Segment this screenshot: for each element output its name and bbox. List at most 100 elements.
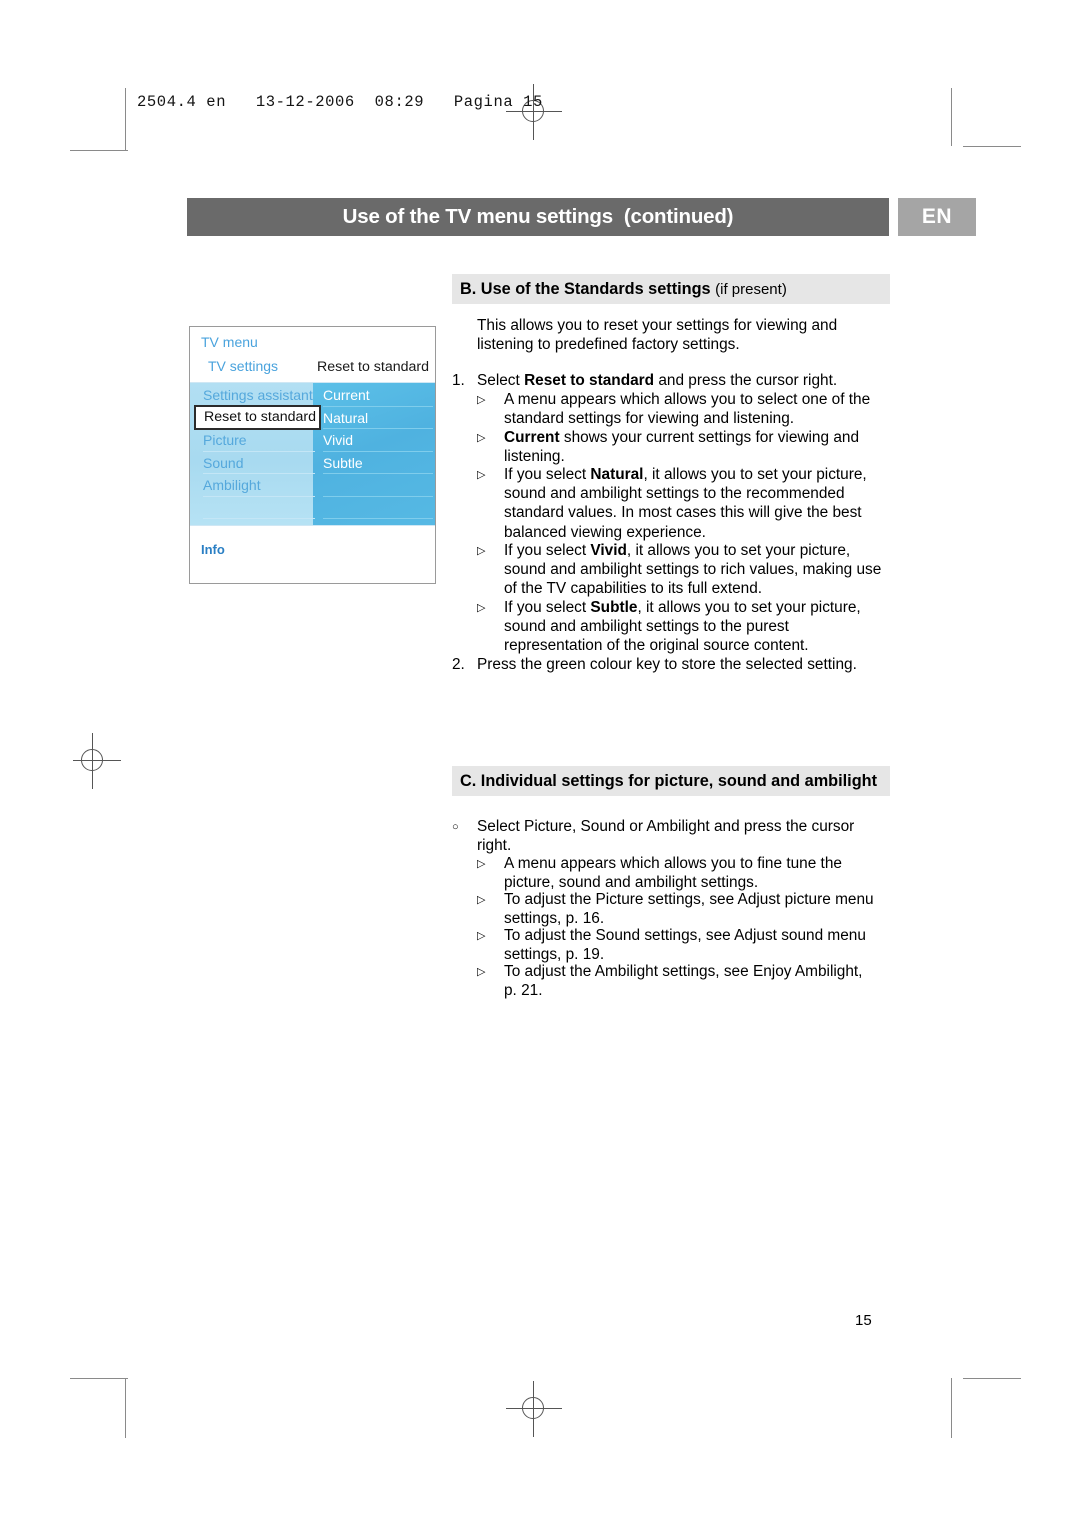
c3-l2: settings, p. 19. [504, 946, 605, 964]
tv-menu-left-item-empty-1 [203, 497, 315, 519]
b1-l2: standard settings for viewing and listen… [504, 410, 795, 428]
b4-l1-bold: Vivid [590, 542, 627, 559]
section-b-bullet-5: ▷ If you select Subtle, it allows you to… [477, 598, 892, 656]
section-b-bullet-1: ▷ A menu appears which allows you to sel… [477, 390, 892, 428]
b3-l1-pre: If you select [504, 466, 591, 483]
b5-l1-pre: If you select [504, 599, 591, 616]
tv-menu-title: TV menu [201, 334, 258, 350]
triangle-bullet-icon: ▷ [477, 394, 486, 406]
triangle-bullet-icon: ▷ [477, 432, 486, 444]
registration-mark-top [504, 82, 564, 142]
tv-menu-info-label[interactable]: Info [201, 542, 225, 557]
crop-mark-top-left-horizontal [70, 150, 128, 151]
b2-l2: listening. [504, 448, 565, 466]
tv-menu-divider-bottom [190, 525, 435, 526]
section-b-bullet-4-text: If you select Vivid, it allows you to se… [504, 541, 892, 599]
tv-menu-right-item-vivid[interactable]: Vivid [323, 429, 433, 452]
tv-menu-left-item-ambilight[interactable]: Ambilight [203, 474, 315, 497]
b4-l3: of the TV capabilities to its full exten… [504, 580, 763, 598]
tv-menu-subtitle: TV settings [208, 358, 279, 374]
section-b-step-1-marker: 1. [452, 372, 465, 389]
section-c-heading: C. Individual settings for picture, soun… [452, 766, 890, 796]
b3-l3: standard values. In most cases this will… [504, 504, 862, 522]
b5-l1-post: , it allows you to set your picture, [637, 599, 861, 616]
section-b-bullet-2-text: Current shows your current settings for … [504, 428, 892, 466]
b3-l1-bold: Natural [590, 466, 644, 483]
crop-mark-top-right-horizontal [963, 146, 1021, 147]
tv-menu-selected-item-reset-to-standard[interactable]: Reset to standard [194, 405, 321, 430]
tv-menu-right-item-current[interactable]: Current [323, 384, 433, 407]
b1-l1: A menu appears which allows you to selec… [504, 391, 871, 408]
section-b-bullet-2: ▷ Current shows your current settings fo… [477, 428, 892, 466]
tv-menu-right-item-empty-1 [323, 474, 433, 497]
b3-l2: sound and ambilight settings to the reco… [504, 485, 845, 503]
tv-menu-left-item-picture[interactable]: Picture [203, 429, 315, 452]
b5-l3: representation of the original source co… [504, 637, 809, 655]
tv-menu-right-item-empty-3 [323, 519, 433, 542]
b5-l2: sound and ambilight settings to the pure… [504, 618, 789, 636]
crop-mark-bottom-left-horizontal [70, 1378, 128, 1379]
page-title: Use of the TV menu settings (continued) [342, 205, 734, 228]
crop-mark-bottom-right-horizontal [963, 1378, 1021, 1379]
language-badge-label: EN [921, 205, 953, 228]
section-b-step-1: 1. Select Reset to standard and press th… [452, 371, 892, 390]
section-c-bullet-1: ▷ A menu appears which allows you to fin… [477, 854, 892, 892]
triangle-bullet-icon: ▷ [477, 858, 486, 870]
section-b-bullet-3: ▷ If you select Natural, it allows you t… [477, 465, 892, 542]
step-1-bold: Reset to standard [524, 372, 655, 389]
page-title-bar: Use of the TV menu settings (continued) [187, 198, 889, 236]
tv-menu-left-item-sound[interactable]: Sound [203, 452, 315, 474]
c1-l1: A menu appears which allows you to fine … [504, 855, 842, 872]
tv-menu-right-item-subtle[interactable]: Subtle [323, 452, 433, 474]
b3-l4: balanced viewing experience. [504, 523, 706, 541]
section-b-intro-line-2: listening to predefined factory settings… [477, 336, 740, 353]
section-b-bullet-5-text: If you select Subtle, it allows you to s… [504, 598, 892, 656]
c-lead-l2: right. [477, 837, 512, 855]
c2-l2: settings, p. 16. [504, 910, 605, 928]
tv-menu-left-item-settings-assistant[interactable]: Settings assistant [203, 384, 315, 407]
c3-l1: To adjust the Sound settings, see Adjust… [504, 927, 866, 944]
section-c-bullet-3-text: To adjust the Sound settings, see Adjust… [504, 926, 892, 964]
section-b-bullet-3-text: If you select Natural, it allows you to … [504, 465, 892, 542]
tv-menu-screenshot: TV menu TV settings Reset to standard Se… [189, 326, 436, 584]
triangle-bullet-icon: ▷ [477, 602, 486, 614]
crop-mark-bottom-left-vertical [125, 1378, 126, 1438]
b3-l1-post: , it allows you to set your picture, [643, 466, 867, 483]
c1-l2: picture, sound and ambilight settings. [504, 874, 759, 892]
tv-menu-right-item-natural[interactable]: Natural [323, 407, 433, 429]
circle-bullet-icon: ○ [452, 821, 459, 833]
section-c-bullet-3: ▷ To adjust the Sound settings, see Adju… [477, 926, 892, 964]
section-b-intro-line-1: This allows you to reset your settings f… [477, 317, 838, 334]
section-c-bullet-2: ▷ To adjust the Picture settings, see Ad… [477, 890, 892, 928]
triangle-bullet-icon: ▷ [477, 469, 486, 481]
section-b-heading-main: B. Use of the Standards settings [460, 279, 716, 298]
b4-l2: sound and ambilight settings to rich val… [504, 561, 882, 579]
section-b-bullet-1-text: A menu appears which allows you to selec… [504, 390, 892, 428]
triangle-bullet-icon: ▷ [477, 966, 486, 978]
triangle-bullet-icon: ▷ [477, 894, 486, 906]
b2-l1-bold: Current [504, 429, 560, 446]
section-b-heading: B. Use of the Standards settings (if pre… [452, 274, 890, 304]
registration-mark-bottom [504, 1379, 564, 1439]
triangle-bullet-icon: ▷ [477, 930, 486, 942]
section-b-step-2: 2. Press the green colour key to store t… [452, 655, 892, 674]
page-number: 15 [855, 1312, 872, 1329]
section-b-heading-sub: (if present) [715, 280, 787, 298]
section-c-bullet-4: ▷ To adjust the Ambilight settings, see … [477, 962, 892, 1000]
tv-menu-right-item-empty-2 [323, 497, 433, 519]
b4-l1-pre: If you select [504, 542, 591, 559]
section-c-lead-text: Select Picture, Sound or Ambilight and p… [477, 817, 892, 855]
c4-l1: To adjust the Ambilight settings, see En… [504, 963, 863, 980]
section-b-step-2-text: Press the green colour key to store the … [477, 656, 857, 673]
language-badge: EN [898, 198, 976, 236]
b2-l1-post: shows your current settings for viewing … [559, 429, 859, 446]
tv-menu-column-header: Reset to standard [317, 359, 429, 375]
b5-l1-bold: Subtle [590, 599, 638, 616]
crop-mark-top-right-vertical [951, 88, 952, 146]
step-1-pre: Select [477, 372, 525, 389]
section-c-bullet-2-text: To adjust the Picture settings, see Adju… [504, 890, 892, 928]
section-c-bullet-4-text: To adjust the Ambilight settings, see En… [504, 962, 892, 1000]
crop-mark-bottom-right-vertical [951, 1378, 952, 1438]
print-header-text: 2504.4 en 13-12-2006 08:29 Pagina 15 [137, 93, 543, 111]
c4-l2: p. 21. [504, 982, 543, 1000]
